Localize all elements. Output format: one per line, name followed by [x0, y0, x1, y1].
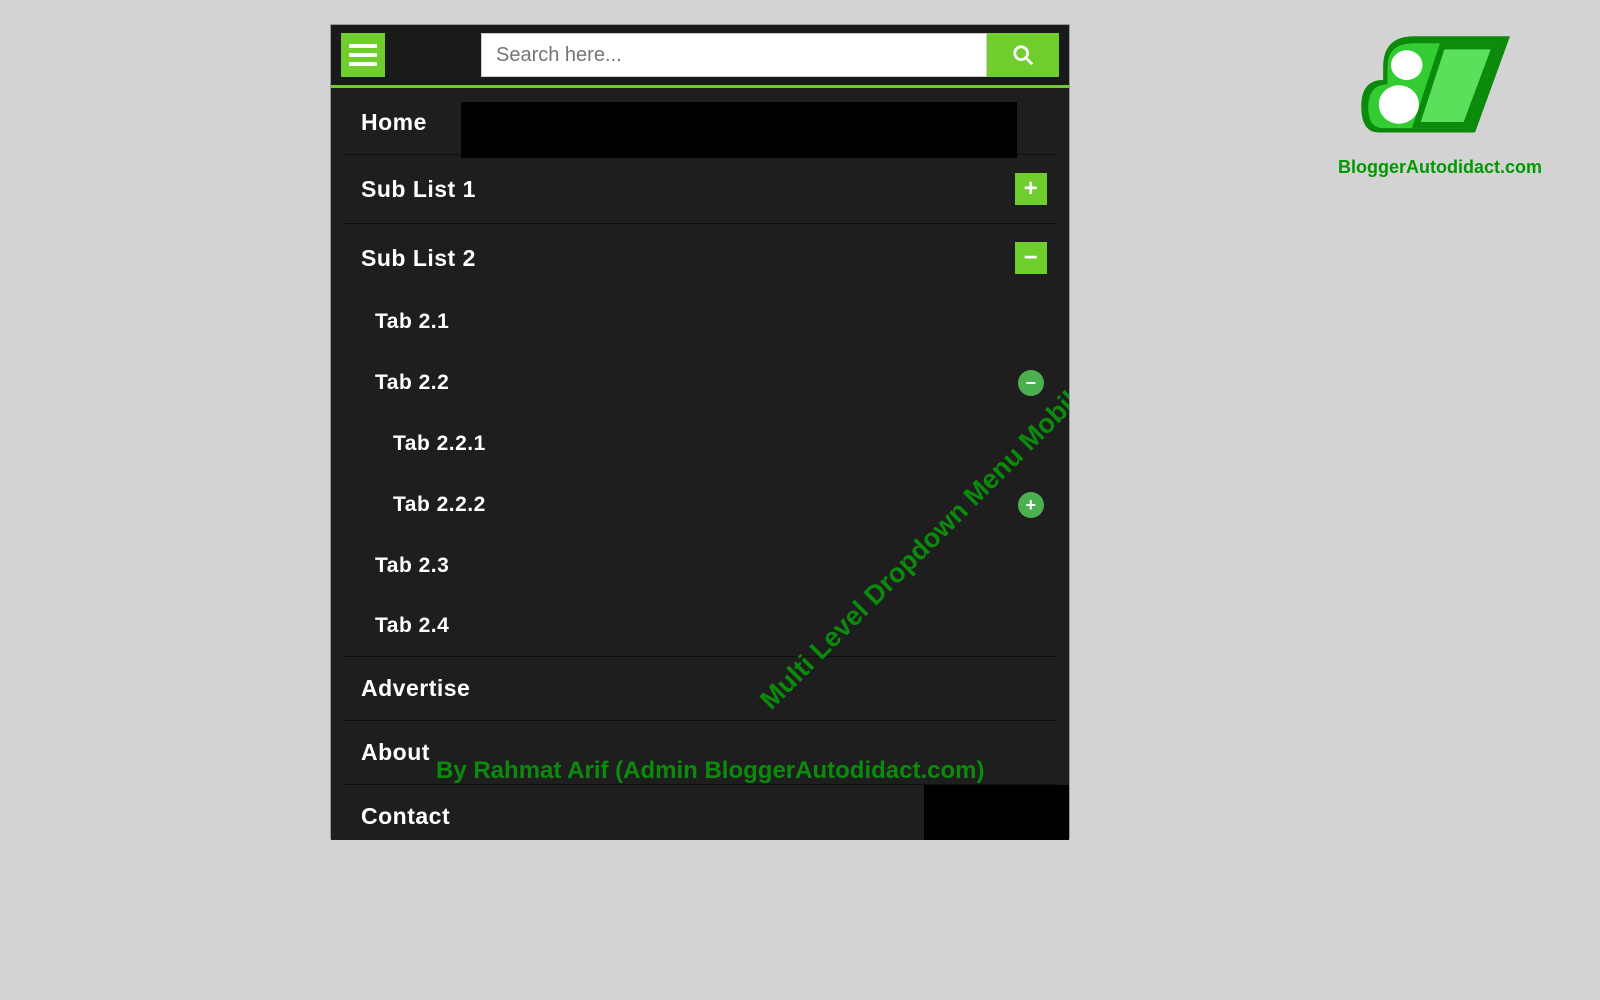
menu-label: Tab 2.4	[375, 614, 449, 638]
menu-label: Home	[361, 109, 427, 136]
plus-icon: +	[1025, 495, 1036, 516]
expand-button[interactable]: +	[1015, 173, 1047, 205]
menu-item-about[interactable]: About	[343, 720, 1057, 784]
menu-label: Tab 2.2	[375, 371, 449, 395]
collapse-button[interactable]: −	[1015, 242, 1047, 274]
menu-item-advertise[interactable]: Advertise	[343, 656, 1057, 720]
minus-icon: −	[1025, 373, 1036, 394]
menu-item-tab24[interactable]: Tab 2.4	[343, 596, 1057, 656]
menu-item-sublist2[interactable]: Sub List 2 −	[343, 223, 1057, 292]
menu-item-tab22[interactable]: Tab 2.2 −	[343, 352, 1057, 414]
menu-label: About	[361, 739, 430, 766]
menu-item-tab23[interactable]: Tab 2.3	[343, 536, 1057, 596]
menu-item-tab222[interactable]: Tab 2.2.2 +	[343, 474, 1057, 536]
hamburger-button[interactable]	[341, 33, 385, 77]
menu-label: Advertise	[361, 675, 470, 702]
site-logo: BloggerAutodidact.com	[1320, 10, 1560, 178]
mobile-preview-frame: Home Sub List 1 + Sub List 2 − Tab 2.1 T…	[330, 24, 1070, 839]
header-bar	[331, 25, 1069, 85]
search-button[interactable]	[987, 33, 1059, 77]
plus-icon: +	[1024, 175, 1039, 203]
menu-label: Tab 2.3	[375, 554, 449, 578]
hamburger-line-icon	[349, 53, 377, 57]
search-container	[481, 33, 1059, 77]
collapse-button[interactable]: −	[1018, 370, 1044, 396]
menu-label: Tab 2.2.1	[393, 432, 486, 456]
logo-icon	[1350, 10, 1530, 150]
hamburger-line-icon	[349, 44, 377, 48]
menu-item-sublist1[interactable]: Sub List 1 +	[343, 154, 1057, 223]
menu-panel: Home Sub List 1 + Sub List 2 − Tab 2.1 T…	[331, 88, 1069, 840]
search-icon	[1012, 44, 1034, 66]
menu-label: Sub List 1	[361, 176, 476, 203]
redaction-bar	[924, 785, 1069, 840]
logo-caption: BloggerAutodidact.com	[1320, 157, 1560, 178]
menu-label: Sub List 2	[361, 245, 476, 272]
menu-item-tab21[interactable]: Tab 2.1	[343, 292, 1057, 352]
menu-item-tab221[interactable]: Tab 2.2.1	[343, 414, 1057, 474]
menu-label: Contact	[361, 803, 450, 830]
expand-button[interactable]: +	[1018, 492, 1044, 518]
redaction-bar	[461, 102, 1017, 158]
hamburger-line-icon	[349, 62, 377, 66]
minus-icon: −	[1024, 244, 1039, 272]
search-input[interactable]	[481, 33, 987, 77]
menu-label: Tab 2.2.2	[393, 493, 486, 517]
menu-label: Tab 2.1	[375, 310, 449, 334]
